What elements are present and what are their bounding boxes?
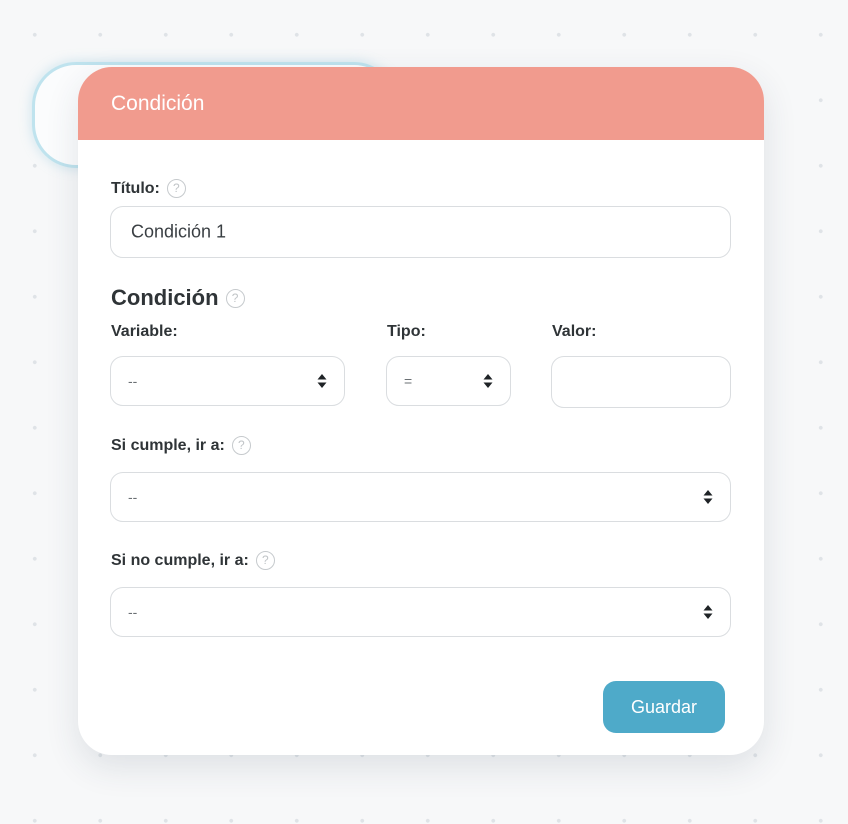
help-icon[interactable]: ? xyxy=(231,436,251,455)
si-cumple-select[interactable]: -- xyxy=(110,472,731,522)
help-icon[interactable]: ? xyxy=(225,288,245,308)
si-cumple-label: Si cumple, ir a: ? xyxy=(111,436,251,455)
titulo-label: Título: ? xyxy=(111,179,186,198)
select-arrows-icon xyxy=(483,374,493,388)
valor-label: Valor: xyxy=(552,323,596,341)
tipo-label-text: Tipo: xyxy=(387,323,426,340)
select-arrows-icon xyxy=(703,490,713,504)
titulo-label-text: Título: xyxy=(111,179,160,197)
si-cumple-label-text: Si cumple, ir a: xyxy=(111,436,225,454)
condition-modal: Condición Título: ? Condición 1 Condició… xyxy=(78,67,764,755)
titulo-input-value: Condición 1 xyxy=(131,221,227,242)
tipo-select[interactable]: = xyxy=(386,356,511,406)
si-no-cumple-select[interactable]: -- xyxy=(110,587,731,637)
si-no-cumple-label: Si no cumple, ir a: ? xyxy=(111,551,275,570)
condition-heading: Condición ? xyxy=(111,285,245,311)
variable-select-value: -- xyxy=(128,373,138,389)
tipo-label: Tipo: xyxy=(387,323,426,341)
variable-select[interactable]: -- xyxy=(110,356,345,406)
si-no-cumple-select-value: -- xyxy=(128,604,138,620)
condition-heading-text: Condición xyxy=(111,285,219,310)
help-icon[interactable]: ? xyxy=(255,551,275,570)
help-icon[interactable]: ? xyxy=(166,179,186,198)
save-button[interactable]: Guardar xyxy=(603,681,725,733)
select-arrows-icon xyxy=(317,374,327,388)
variable-label: Variable: xyxy=(111,323,178,341)
select-arrows-icon xyxy=(703,605,713,619)
modal-title: Condición xyxy=(111,92,205,115)
si-no-cumple-label-text: Si no cumple, ir a: xyxy=(111,551,249,569)
modal-header: Condición xyxy=(78,67,764,140)
si-cumple-select-value: -- xyxy=(128,489,138,505)
titulo-input[interactable]: Condición 1 xyxy=(110,206,731,258)
valor-input[interactable] xyxy=(551,356,731,408)
tipo-select-value: = xyxy=(404,373,413,389)
variable-label-text: Variable: xyxy=(111,323,178,340)
valor-label-text: Valor: xyxy=(552,323,597,340)
